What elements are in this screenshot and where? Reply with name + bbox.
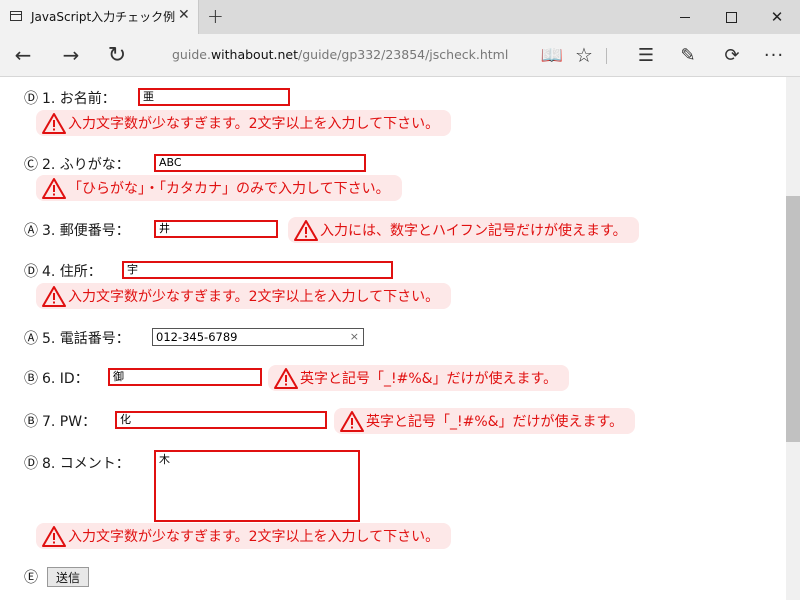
forward-button[interactable]: → [56, 40, 86, 70]
field-label: 8. コメント： [42, 456, 130, 472]
clear-icon[interactable]: × [350, 329, 359, 345]
field-label: 7. PW： [42, 414, 97, 430]
reading-view-icon[interactable]: 📖 [540, 40, 564, 70]
field-label: 4. 住所： [42, 264, 102, 280]
tab-close-icon[interactable]: ✕ [178, 7, 190, 23]
row-mark: Ⓓ [24, 456, 38, 472]
form-row-furigana: Ⓒ 2. ふりがな： [24, 154, 130, 174]
maximize-button[interactable] [708, 0, 754, 34]
phone-value: 012-345-6789 [156, 330, 238, 344]
warning-icon [42, 526, 66, 547]
error-message: 英字と記号「_!#%&」だけが使えます。 [268, 365, 570, 391]
navigation-bar: ← → ↻ guide.withabout.net/guide/gp332/23… [0, 34, 800, 77]
close-icon: ✕ [770, 8, 784, 26]
warning-icon [42, 178, 66, 199]
address-input[interactable]: 宇 [122, 261, 393, 279]
share-icon[interactable]: ⟳ [720, 40, 744, 70]
row-mark: Ⓑ [24, 371, 38, 387]
field-label: 5. 電話番号： [42, 331, 130, 347]
row-mark: Ⓒ [24, 157, 38, 173]
more-icon[interactable]: ··· [762, 40, 786, 70]
form-row-phone: Ⓐ 5. 電話番号： [24, 328, 130, 348]
form-row-id: Ⓑ 6. ID： [24, 368, 89, 388]
row-mark: Ⓐ [24, 223, 38, 239]
field-label: 1. お名前： [42, 91, 116, 107]
warning-icon [42, 286, 66, 307]
error-message: 入力には、数字とハイフン記号だけが使えます。 [288, 217, 639, 243]
minimize-icon [680, 16, 690, 18]
row-mark: Ⓓ [24, 264, 38, 280]
minimize-button[interactable] [662, 0, 708, 34]
favorite-star-icon[interactable]: ☆ [572, 40, 596, 70]
hub-icon[interactable]: ☰ [634, 40, 658, 70]
tab-bar: JavaScript入力チェック例 ✕ + ✕ [0, 0, 800, 35]
phone-input[interactable]: 012-345-6789 × [152, 328, 364, 346]
scrollbar-thumb[interactable] [786, 196, 800, 442]
error-message: 入力文字数が少なすぎます。2文字以上を入力して下さい。 [36, 523, 452, 549]
page-icon [10, 11, 22, 21]
error-text: 入力文字数が少なすぎます。2文字以上を入力して下さい。 [68, 289, 440, 305]
page-content: Ⓓ 1. お名前： 亜 入力文字数が少なすぎます。2文字以上を入力して下さい。 … [0, 77, 786, 600]
browser-tab[interactable]: JavaScript入力チェック例 ✕ [0, 0, 199, 34]
error-message: 英字と記号「_!#%&」だけが使えます。 [334, 408, 636, 434]
form-row-password: Ⓑ 7. PW： [24, 411, 96, 431]
warning-icon [294, 220, 318, 241]
url-path: /guide/gp332/23854/jscheck.html [298, 47, 509, 62]
close-window-button[interactable]: ✕ [754, 0, 800, 34]
url-domain: withabout.net [210, 47, 299, 62]
url-prefix: guide. [172, 47, 211, 62]
web-note-icon[interactable]: ✎ [676, 40, 700, 70]
comment-textarea[interactable]: 木 [154, 450, 360, 522]
toolbar-divider [606, 48, 607, 64]
furigana-input[interactable]: ABC [154, 154, 366, 172]
field-label: 6. ID： [42, 371, 89, 387]
warning-icon [340, 411, 364, 432]
back-button[interactable]: ← [8, 40, 38, 70]
field-label: 2. ふりがな： [42, 157, 130, 173]
error-text: 英字と記号「_!#%&」だけが使えます。 [300, 371, 558, 387]
row-mark: Ⓐ [24, 331, 38, 347]
warning-icon [274, 368, 298, 389]
password-input[interactable]: 化 [115, 411, 327, 429]
tab-title: JavaScript入力チェック例 [31, 10, 176, 24]
error-text: 入力には、数字とハイフン記号だけが使えます。 [320, 223, 627, 239]
error-message: 入力文字数が少なすぎます。2文字以上を入力して下さい。 [36, 110, 452, 136]
name-input[interactable]: 亜 [138, 88, 290, 106]
form-row-submit: Ⓔ [24, 567, 42, 587]
postal-code-input[interactable]: 井 [154, 220, 278, 238]
error-text: 入力文字数が少なすぎます。2文字以上を入力して下さい。 [68, 529, 440, 545]
address-bar[interactable]: guide.withabout.net/guide/gp332/23854/js… [172, 47, 508, 62]
field-label: 3. 郵便番号： [42, 223, 130, 239]
error-text: 入力文字数が少なすぎます。2文字以上を入力して下さい。 [68, 116, 440, 132]
form-row-name: Ⓓ 1. お名前： [24, 88, 116, 108]
error-text: 英字と記号「_!#%&」だけが使えます。 [366, 414, 624, 430]
new-tab-button[interactable]: + [207, 4, 224, 28]
error-message: 「ひらがな」・「カタカナ」のみで入力して下さい。 [36, 175, 402, 201]
row-mark: Ⓑ [24, 414, 38, 430]
maximize-icon [725, 11, 737, 23]
form-row-comment: Ⓓ 8. コメント： [24, 453, 130, 473]
warning-icon [42, 113, 66, 134]
row-mark: Ⓓ [24, 91, 38, 107]
error-message: 入力文字数が少なすぎます。2文字以上を入力して下さい。 [36, 283, 452, 309]
form-row-address: Ⓓ 4. 住所： [24, 261, 102, 281]
form-row-postal: Ⓐ 3. 郵便番号： [24, 220, 130, 240]
row-mark: Ⓔ [24, 570, 38, 586]
refresh-button[interactable]: ↻ [102, 40, 132, 70]
submit-button[interactable]: 送信 [47, 567, 89, 587]
error-text: 「ひらがな」・「カタカナ」のみで入力して下さい。 [68, 181, 390, 197]
id-input[interactable]: 御 [108, 368, 262, 386]
